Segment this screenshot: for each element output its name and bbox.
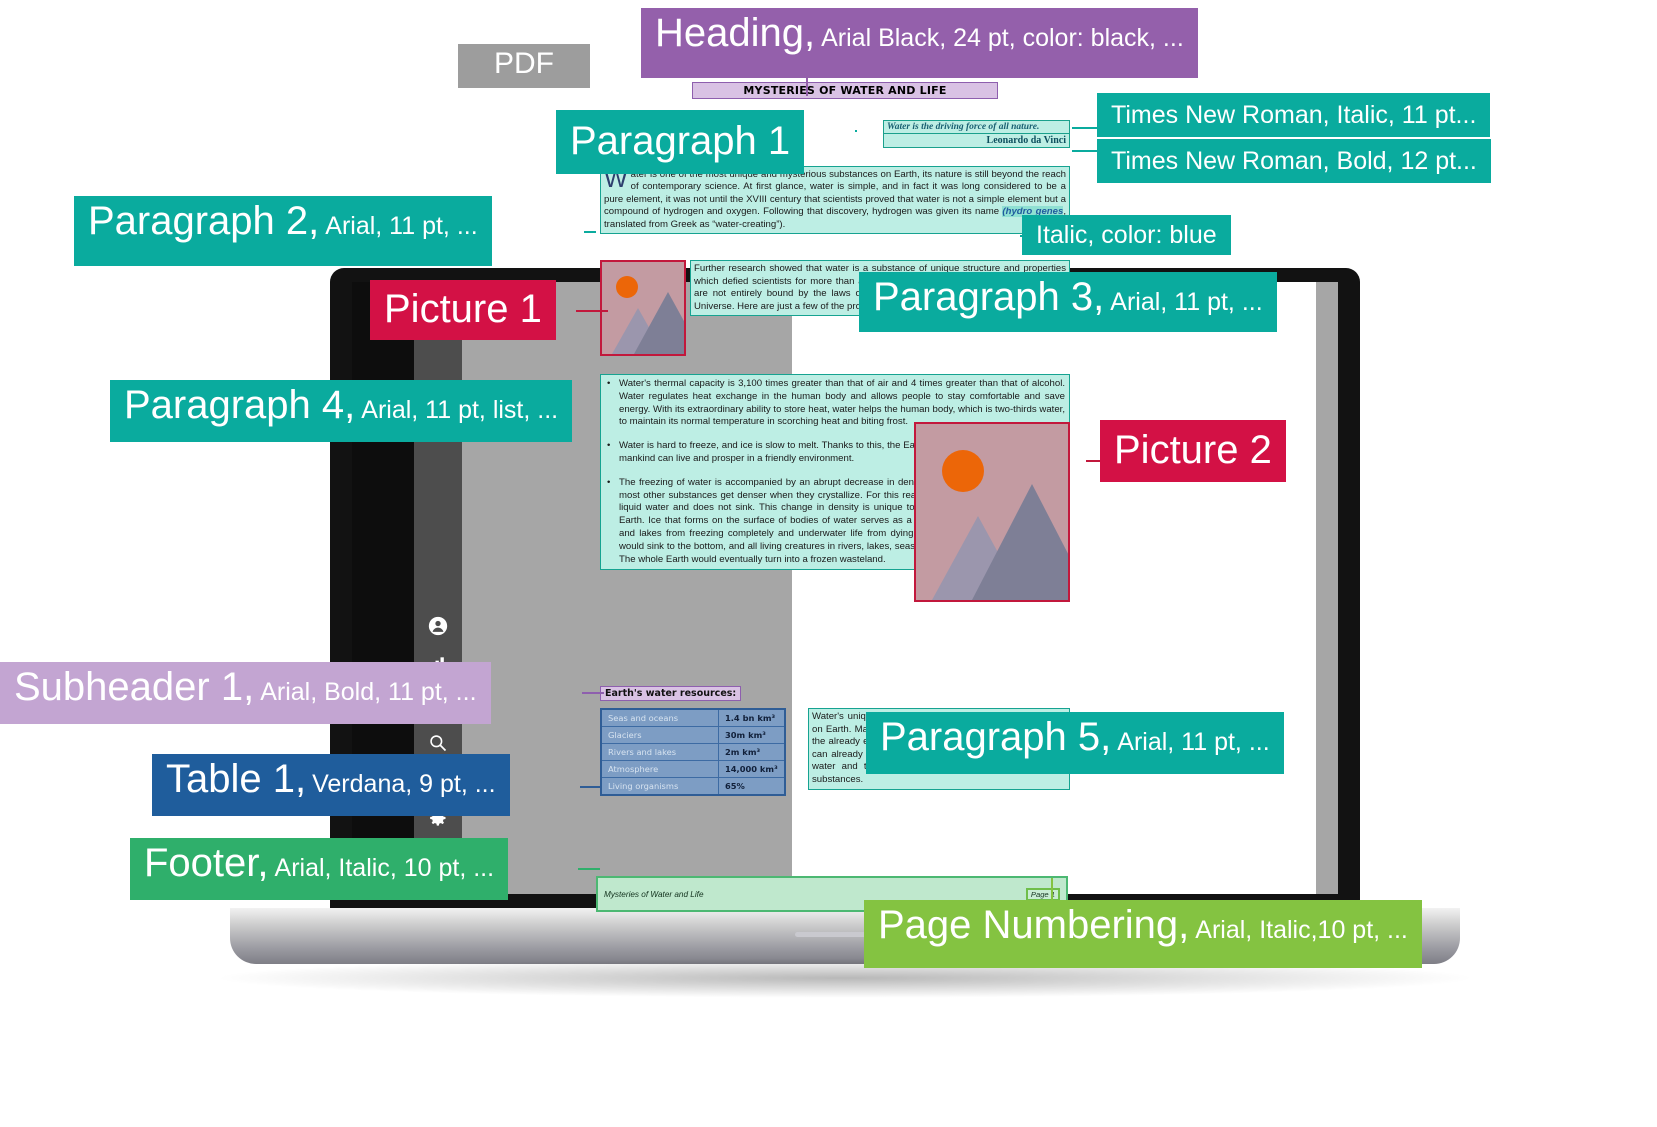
leader-paragraph-1 <box>855 130 857 132</box>
leader-subheader-1 <box>582 692 604 694</box>
leader-table-1 <box>580 786 602 788</box>
callout-subheader-1[interactable]: Subheader 1, Arial, Bold, 11 pt, ... <box>0 662 491 724</box>
callout-page-numbering-title: Page Numbering, <box>878 903 1190 947</box>
callout-heading-desc: Arial Black, 24 pt, color: black, ... <box>821 24 1184 52</box>
leader-quote-bold <box>1072 150 1098 152</box>
callout-table-1-desc: Verdana, 9 pt, ... <box>312 770 496 798</box>
callout-paragraph-4-title: Paragraph 4, <box>124 383 356 427</box>
callout-paragraph-2[interactable]: Paragraph 2, Arial, 11 pt, ... <box>74 196 492 266</box>
leader-quote-italic <box>1072 127 1098 129</box>
callout-picture-1-title: Picture 1 <box>384 287 542 332</box>
callout-picture-2-title: Picture 2 <box>1114 428 1272 473</box>
callout-paragraph-4-desc: Arial, 11 pt, list, ... <box>361 396 559 424</box>
callout-footer-title: Footer, <box>144 841 269 885</box>
callout-paragraph-4[interactable]: Paragraph 4, Arial, 11 pt, list, ... <box>110 380 573 442</box>
callout-times-italic[interactable]: Times New Roman, Italic, 11 pt... <box>1097 93 1491 137</box>
callout-times-italic-desc: Times New Roman, Italic, 11 pt... <box>1111 100 1477 129</box>
callout-paragraph-1[interactable]: Paragraph 1 <box>556 110 805 174</box>
leader-picture-1 <box>576 310 608 312</box>
callout-paragraph-1-title: Paragraph 1 <box>570 119 791 164</box>
callout-page-numbering-desc: Arial, Italic,10 pt, ... <box>1195 916 1408 944</box>
callout-paragraph-3-desc: Arial, 11 pt, ... <box>1110 288 1263 316</box>
callout-table-1-title: Table 1, <box>166 757 307 801</box>
callout-footer-desc: Arial, Italic, 10 pt, ... <box>274 854 495 882</box>
callout-table-1[interactable]: Table 1, Verdana, 9 pt, ... <box>152 754 510 816</box>
callout-heading[interactable]: Heading, Arial Black, 24 pt, color: blac… <box>641 8 1198 78</box>
callout-subheader-1-desc: Arial, Bold, 11 pt, ... <box>260 678 477 706</box>
callout-picture-2[interactable]: Picture 2 <box>1100 420 1286 482</box>
leader-heading <box>806 78 808 96</box>
pdf-badge-label: PDF <box>494 47 554 80</box>
callout-picture-1[interactable]: Picture 1 <box>370 280 556 340</box>
callout-subheader-1-title: Subheader 1, <box>14 665 255 709</box>
callout-italic-blue[interactable]: Italic, color: blue <box>1022 215 1231 255</box>
callout-times-bold[interactable]: Times New Roman, Bold, 12 pt... <box>1097 139 1491 183</box>
callout-heading-title: Heading, <box>655 11 816 55</box>
callout-paragraph-5-desc: Arial, 11 pt, ... <box>1117 728 1270 756</box>
callout-paragraph-2-title: Paragraph 2, <box>88 199 320 243</box>
callout-paragraph-2-desc: Arial, 11 pt, ... <box>325 212 478 240</box>
callout-paragraph-5[interactable]: Paragraph 5, Arial, 11 pt, ... <box>866 712 1284 774</box>
callout-footer[interactable]: Footer, Arial, Italic, 10 pt, ... <box>130 838 509 900</box>
callout-paragraph-5-title: Paragraph 5, <box>880 715 1112 759</box>
callout-paragraph-3[interactable]: Paragraph 3, Arial, 11 pt, ... <box>859 272 1277 332</box>
leader-footer <box>578 868 600 870</box>
callout-times-bold-desc: Times New Roman, Bold, 12 pt... <box>1111 146 1477 175</box>
leader-paragraph-2 <box>584 231 596 233</box>
callout-italic-blue-desc: Italic, color: blue <box>1036 220 1217 249</box>
pdf-badge: PDF <box>458 44 590 88</box>
callout-page-numbering[interactable]: Page Numbering, Arial, Italic,10 pt, ... <box>864 900 1422 968</box>
callout-paragraph-3-title: Paragraph 3, <box>873 275 1105 319</box>
